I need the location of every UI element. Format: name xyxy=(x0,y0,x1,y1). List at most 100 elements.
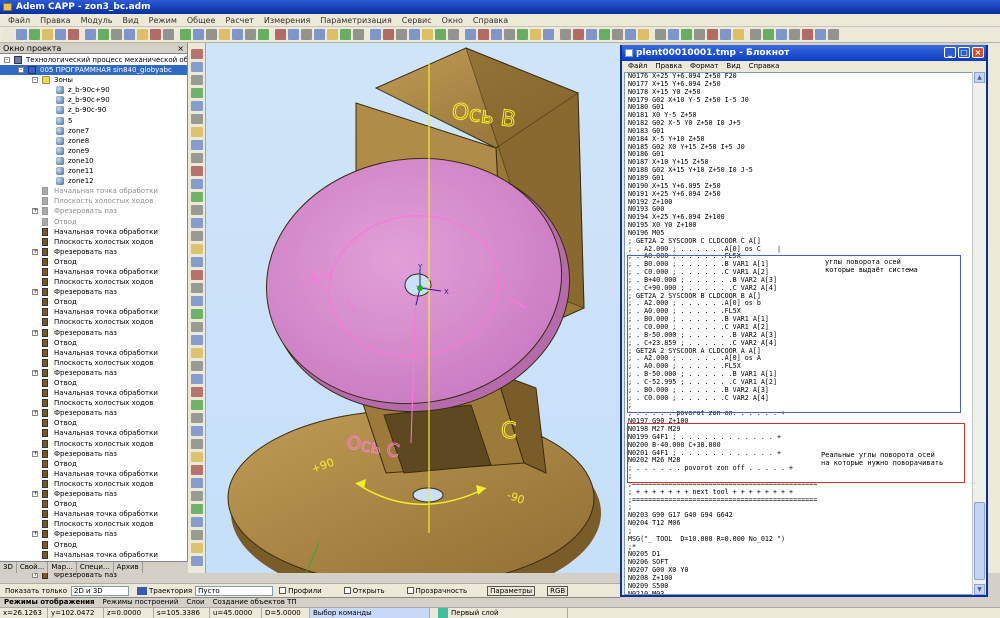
tree-node[interactable]: zone12 xyxy=(0,176,187,186)
toolbar-button-icon[interactable] xyxy=(409,29,420,40)
tree-node[interactable]: z_b-90c+90 xyxy=(0,85,187,95)
tree-expander-icon[interactable]: - xyxy=(32,77,38,84)
tree-node[interactable]: Плоскость холостых ходов xyxy=(0,317,187,327)
toolbar-button-icon[interactable] xyxy=(150,29,161,40)
side-tool-icon[interactable] xyxy=(191,374,203,384)
tree-node[interactable]: z_b-90c-90 xyxy=(0,105,187,115)
toolbar-button-icon[interactable] xyxy=(327,29,338,40)
tree-expander-icon[interactable]: + xyxy=(32,410,38,417)
tree-expander-icon[interactable]: + xyxy=(32,369,38,376)
trajectory-select[interactable]: Пусто xyxy=(195,585,274,596)
menu-item[interactable]: Правка xyxy=(35,16,75,25)
tree-node[interactable]: + Фрезеровать паз xyxy=(0,449,187,459)
toolbar-button-icon[interactable] xyxy=(750,29,761,40)
tree-expander-icon[interactable]: + xyxy=(32,491,38,498)
toolbar-button-icon[interactable] xyxy=(383,29,394,40)
toolbar-button-icon[interactable] xyxy=(478,29,489,40)
tree-node[interactable]: Отвод xyxy=(0,378,187,388)
tree-node[interactable]: 5 xyxy=(0,116,187,126)
tree-node[interactable]: zone8 xyxy=(0,136,187,146)
menu-item[interactable]: Файл xyxy=(3,16,35,25)
toolbar-button-icon[interactable] xyxy=(543,29,554,40)
left-pane-tab[interactable]: Специ... xyxy=(77,562,114,573)
side-tool-icon[interactable] xyxy=(191,452,203,462)
toolbar-button-icon[interactable] xyxy=(789,29,800,40)
menu-item[interactable]: Сервис xyxy=(397,16,437,25)
toolbar-button-icon[interactable] xyxy=(3,29,14,40)
tree-node[interactable]: Отвод xyxy=(0,297,187,307)
tree-node[interactable]: + Фрезеровать паз xyxy=(0,287,187,297)
toolbar-button-icon[interactable] xyxy=(815,29,826,40)
side-tool-icon[interactable] xyxy=(191,179,203,189)
notepad-text-area[interactable]: N0176 X+25 Y+6.094 Z+50 F20 N0177 X+15 Y… xyxy=(624,72,973,595)
tree-node[interactable]: Отвод xyxy=(0,338,187,348)
side-tool-icon[interactable] xyxy=(191,491,203,501)
toolbar-button-icon[interactable] xyxy=(465,29,476,40)
side-tool-icon[interactable] xyxy=(191,296,203,306)
toolbar-button-icon[interactable] xyxy=(422,29,433,40)
tree-node[interactable]: Плоскость холостых ходов xyxy=(0,237,187,247)
toolbar-button-icon[interactable] xyxy=(275,29,286,40)
tree-node[interactable]: Плоскость холостых ходов xyxy=(0,479,187,489)
toolbar-button-icon[interactable] xyxy=(491,29,502,40)
tree-node[interactable]: Плоскость холостых ходов xyxy=(0,196,187,206)
left-pane-tab[interactable]: 3D xyxy=(0,562,17,573)
side-tool-icon[interactable] xyxy=(191,192,203,202)
tree-node[interactable]: Начальная точка обработки xyxy=(0,348,187,358)
rgb-button[interactable]: RGB xyxy=(547,585,569,596)
toolbar-button-icon[interactable] xyxy=(232,29,243,40)
toolbar-button-icon[interactable] xyxy=(85,29,96,40)
menu-item[interactable]: Измерения xyxy=(259,16,315,25)
side-tool-icon[interactable] xyxy=(191,153,203,163)
tree-node[interactable]: Начальная точка обработки xyxy=(0,428,187,438)
notepad-menu-item[interactable]: Файл xyxy=(624,61,651,72)
tree-node[interactable]: zone9 xyxy=(0,146,187,156)
scroll-down-icon[interactable]: ▼ xyxy=(974,584,985,595)
menu-item[interactable]: Справка xyxy=(468,16,513,25)
tree-node[interactable]: + Фрезеровать паз xyxy=(0,247,187,257)
tree-node[interactable]: + Фрезеровать паз xyxy=(0,368,187,378)
toolbar-button-icon[interactable] xyxy=(370,29,381,40)
display-mode-select[interactable]: 2D и 3D xyxy=(70,585,129,596)
toolbar-button-icon[interactable] xyxy=(517,29,528,40)
tree-node[interactable]: Начальная точка обработки xyxy=(0,267,187,277)
tree-node[interactable]: Плоскость холостых ходов xyxy=(0,439,187,449)
tree-node[interactable]: + Фрезеровать паз xyxy=(0,328,187,338)
notepad-scrollbar[interactable]: ▲ ▼ xyxy=(972,72,986,595)
toolbar-button-icon[interactable] xyxy=(206,29,217,40)
toolbar-button-icon[interactable] xyxy=(111,29,122,40)
side-tool-icon[interactable] xyxy=(191,283,203,293)
side-tool-icon[interactable] xyxy=(191,556,203,566)
side-tool-icon[interactable] xyxy=(191,478,203,488)
maximize-icon[interactable]: □ xyxy=(958,47,970,58)
toolbar-button-icon[interactable] xyxy=(98,29,109,40)
toolbar-button-icon[interactable] xyxy=(301,29,312,40)
menu-item[interactable]: Окно xyxy=(437,16,468,25)
side-tool-icon[interactable] xyxy=(191,530,203,540)
side-tool-icon[interactable] xyxy=(191,49,203,59)
side-tool-icon[interactable] xyxy=(191,543,203,553)
toolbar-button-icon[interactable] xyxy=(193,29,204,40)
tree-node[interactable]: Начальная точка обработки xyxy=(0,550,187,560)
toolbar-button-icon[interactable] xyxy=(29,29,40,40)
toolbar-button-icon[interactable] xyxy=(435,29,446,40)
side-tool-icon[interactable] xyxy=(191,88,203,98)
toolbar-button-icon[interactable] xyxy=(504,29,515,40)
toolbar-button-icon[interactable] xyxy=(763,29,774,40)
tree-node[interactable]: + Фрезеровать паз xyxy=(0,408,187,418)
toolbar-button-icon[interactable] xyxy=(55,29,66,40)
toolbar-button-icon[interactable] xyxy=(245,29,256,40)
tree-node[interactable]: Начальная точка обработки xyxy=(0,509,187,519)
tree-node[interactable]: + Фрезеровать паз xyxy=(0,489,187,499)
side-tool-icon[interactable] xyxy=(191,114,203,124)
toolbar-button-icon[interactable] xyxy=(68,29,79,40)
toolbar-button-icon[interactable] xyxy=(258,29,269,40)
bottom-mode-tab[interactable]: Создание объектов ТП xyxy=(209,598,301,607)
toolbar-button-icon[interactable] xyxy=(720,29,731,40)
tree-node[interactable]: - Технологический процесс механической об… xyxy=(0,55,187,65)
menu-item[interactable]: Общее xyxy=(182,16,221,25)
side-tool-icon[interactable] xyxy=(191,140,203,150)
toolbar-button-icon[interactable] xyxy=(353,29,364,40)
bottom-mode-tab[interactable]: Режимы отображения xyxy=(0,598,98,607)
side-tool-icon[interactable] xyxy=(191,218,203,228)
